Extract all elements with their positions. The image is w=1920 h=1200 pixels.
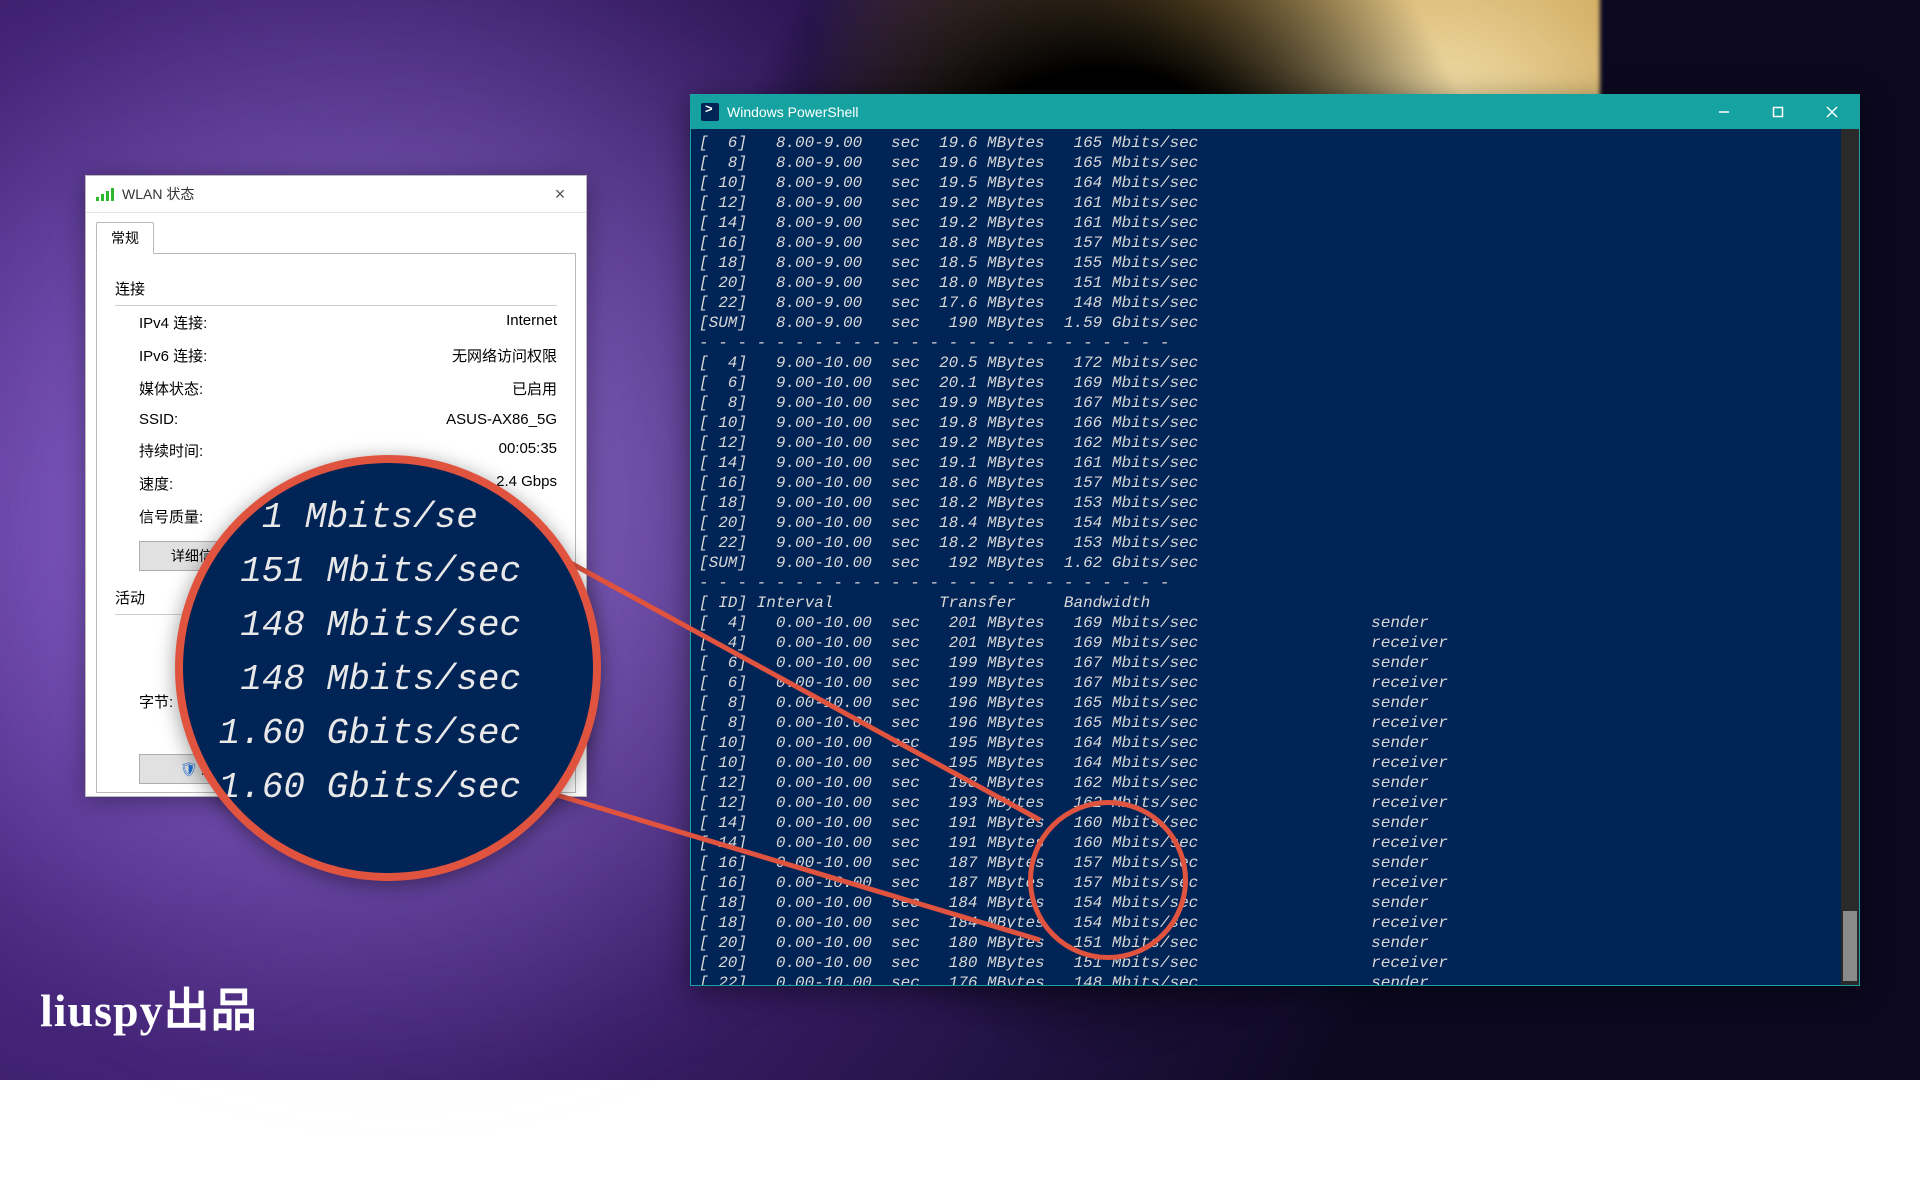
wlan-tabs: 常规 [86, 213, 586, 253]
ps-title-text: Windows PowerShell [727, 104, 1697, 120]
ps-titlebar[interactable]: Windows PowerShell [691, 95, 1859, 129]
signal-label: 信号质量: [139, 506, 203, 527]
ipv6-value: 无网络访问权限 [452, 345, 557, 366]
ssid-value: ASUS-AX86_5G [446, 411, 557, 428]
ssid-label: SSID: [139, 411, 178, 428]
ps-terminal[interactable]: [ 6] 8.00-9.00 sec 19.6 MBytes 165 Mbits… [691, 129, 1841, 985]
group-connection: 连接 [115, 272, 557, 306]
powershell-icon [701, 103, 719, 121]
media-value: 已启用 [512, 378, 557, 399]
media-label: 媒体状态: [139, 378, 203, 399]
watermark: liuspy出品 [40, 974, 258, 1040]
speed-label: 速度: [139, 473, 173, 494]
wlan-titlebar[interactable]: WLAN 状态 × [86, 176, 586, 213]
shield-icon: 🛡 [180, 761, 198, 777]
close-button[interactable] [1805, 95, 1859, 129]
wlan-close-button[interactable]: × [540, 180, 580, 208]
duration-value: 00:05:35 [499, 440, 557, 461]
scrollbar-thumb[interactable] [1843, 911, 1857, 981]
minimize-button[interactable] [1697, 95, 1751, 129]
duration-label: 持续时间: [139, 440, 203, 461]
tab-general[interactable]: 常规 [96, 222, 154, 254]
ps-scrollbar[interactable] [1841, 129, 1859, 985]
ipv4-value: Internet [506, 312, 557, 333]
annotation-zoom-circle: 1 Mbits/se 151 Mbits/sec 148 Mbits/sec 1… [175, 455, 601, 881]
wlan-title-text: WLAN 状态 [122, 184, 540, 204]
ipv4-label: IPv4 连接: [139, 312, 207, 333]
annotation-source-circle [1028, 800, 1188, 960]
bytes-label: 字节: [139, 691, 173, 712]
signal-icon [96, 187, 114, 201]
powershell-window: Windows PowerShell [ 6] 8.00-9.00 sec 19… [690, 94, 1860, 986]
ipv6-label: IPv6 连接: [139, 345, 207, 366]
maximize-button[interactable] [1751, 95, 1805, 129]
